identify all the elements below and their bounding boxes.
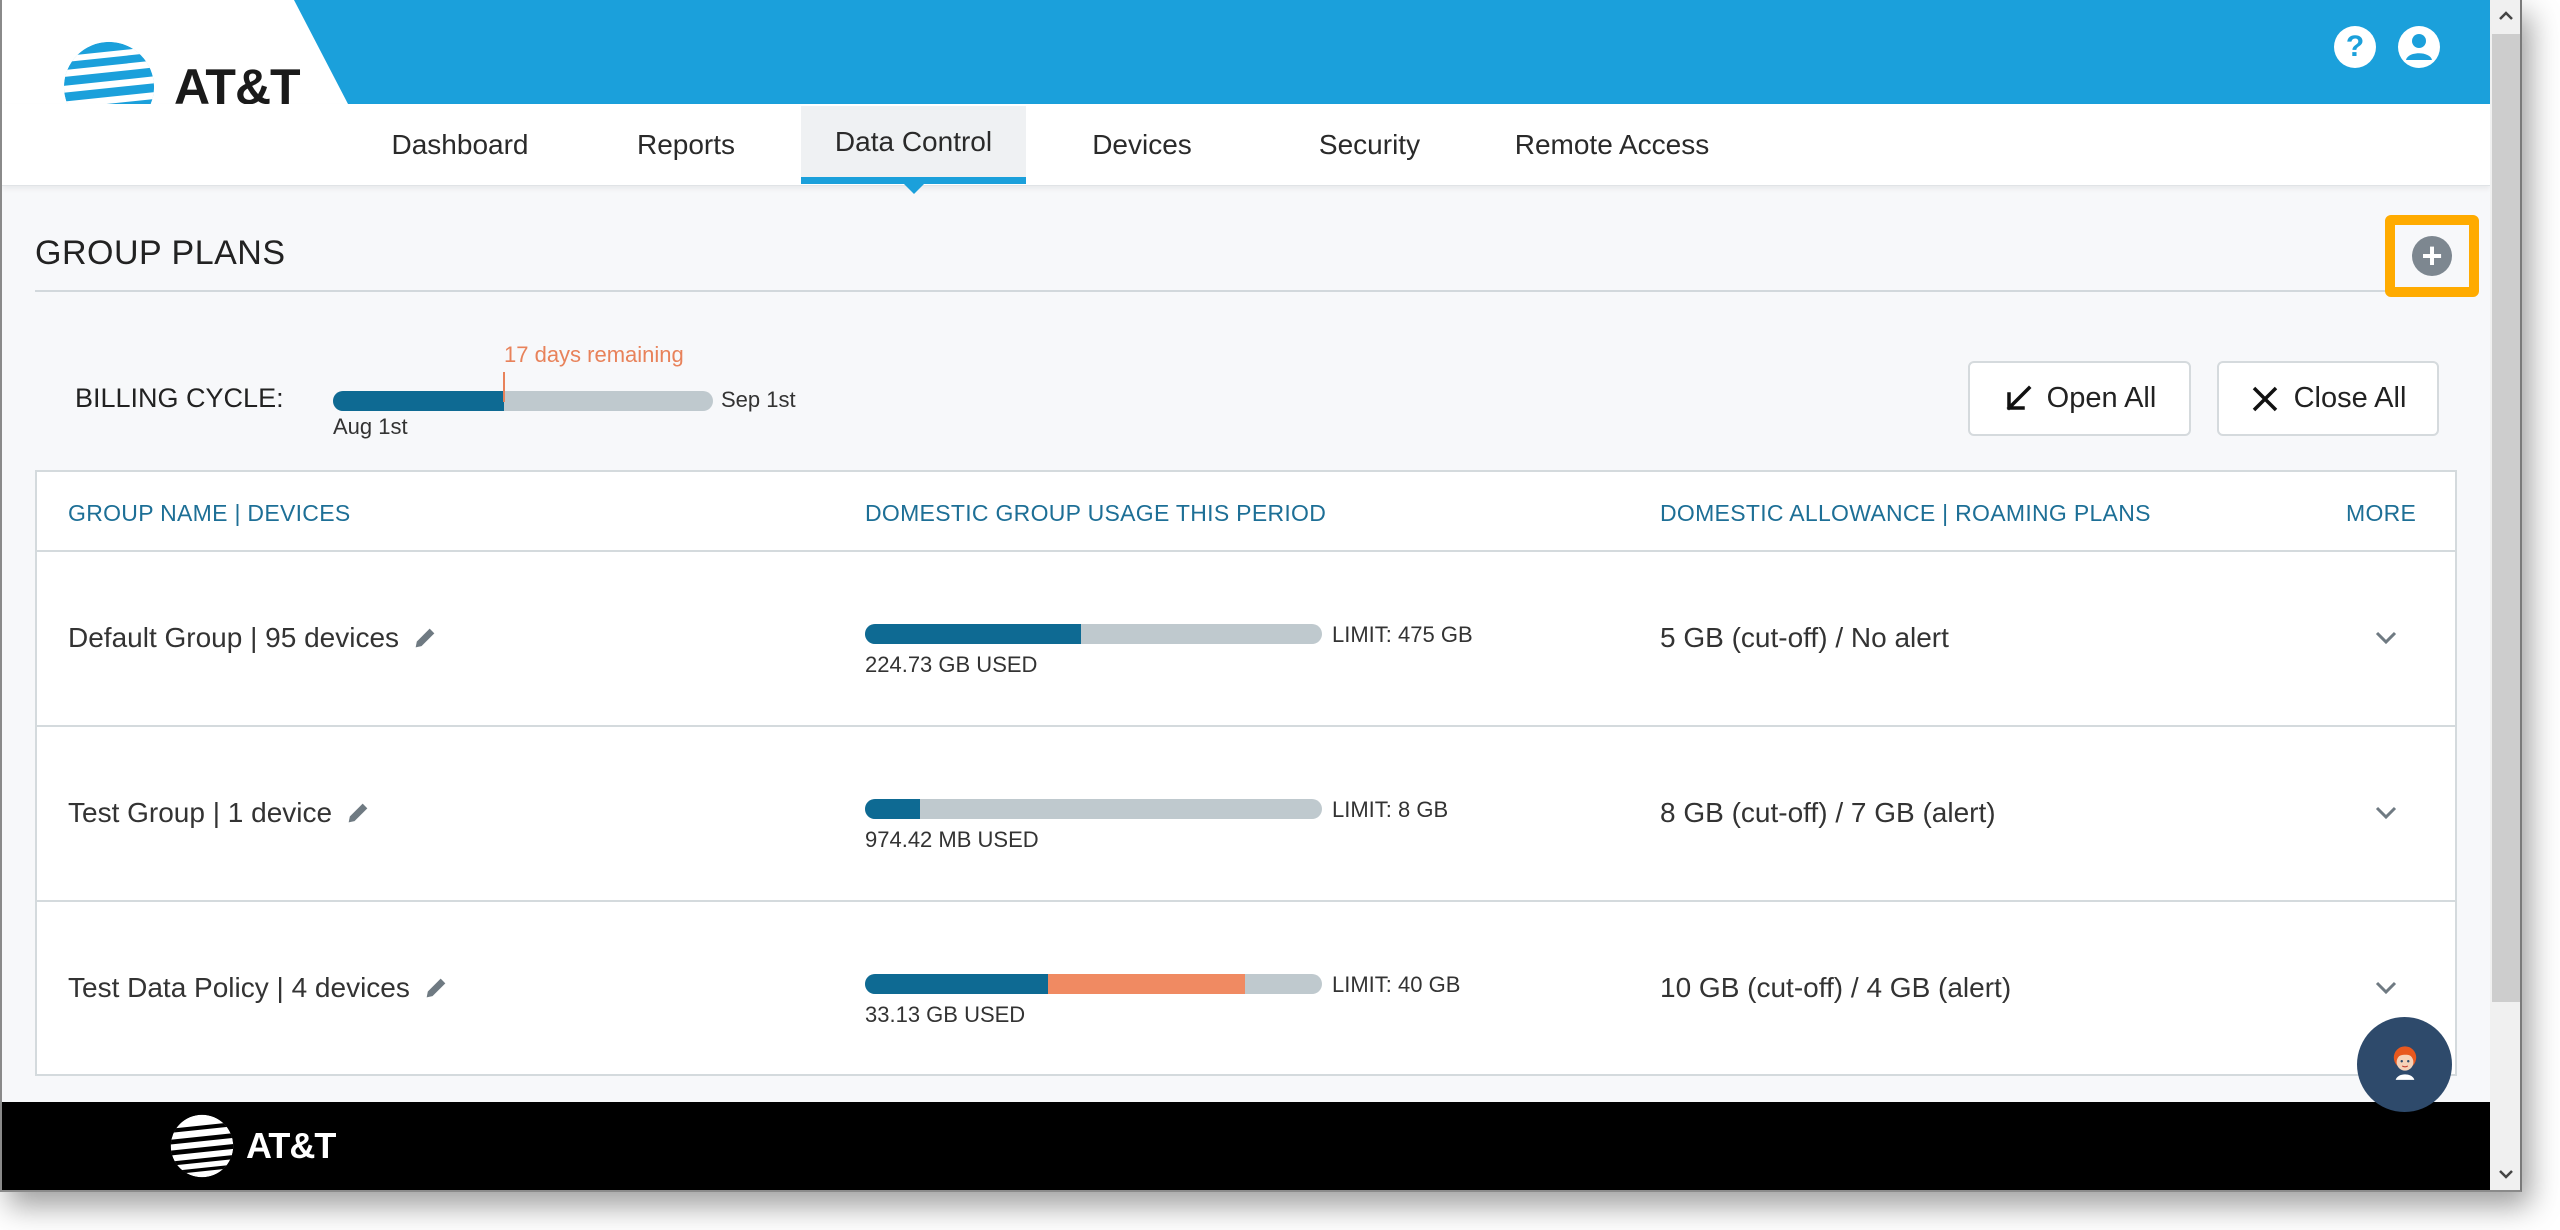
help-glyph: ? bbox=[2345, 30, 2365, 63]
chevron-down-icon[interactable] bbox=[2368, 970, 2404, 1006]
nav-tab-data-control[interactable]: Data Control bbox=[801, 106, 1026, 184]
group-plans-table: GROUP NAME | DEVICES DOMESTIC GROUP USAG… bbox=[35, 470, 2457, 1076]
chevron-down-icon[interactable] bbox=[2368, 795, 2404, 831]
page: AT&T ? Dashboard Reports Data Control De… bbox=[2, 0, 2490, 1190]
open-all-label: Open All bbox=[2046, 382, 2157, 414]
column-header-allowance[interactable]: DOMESTIC ALLOWANCE | ROAMING PLANS bbox=[1660, 500, 2151, 527]
group-name: Default Group | 95 devices bbox=[68, 622, 400, 653]
nav-tab-remote-access[interactable]: Remote Access bbox=[1502, 106, 1722, 184]
billing-cycle-start: Aug 1st bbox=[333, 414, 408, 439]
usage-bar bbox=[865, 799, 1322, 819]
table-row[interactable]: Default Group | 95 devices 224.73 GB USE… bbox=[37, 552, 2455, 727]
close-all-label: Close All bbox=[2293, 382, 2407, 414]
user-silhouette-icon bbox=[2406, 34, 2432, 60]
add-group-plan-button[interactable]: + bbox=[2385, 215, 2479, 297]
table-row[interactable]: Test Group | 1 device 974.42 MB USED LIM… bbox=[37, 727, 2455, 902]
billing-cycle-progress bbox=[333, 391, 713, 411]
group-name: Test Data Policy | 4 devices bbox=[68, 972, 410, 1003]
page-title: GROUP PLANS bbox=[35, 234, 286, 272]
nav-tab-devices[interactable]: Devices bbox=[1062, 106, 1222, 184]
allowance-text: 8 GB (cut-off) / 7 GB (alert) bbox=[1660, 797, 1996, 828]
footer: AT&T bbox=[2, 1102, 2490, 1190]
billing-cycle-end: Sep 1st bbox=[721, 387, 796, 412]
usage-bar-used bbox=[865, 799, 920, 819]
table-row[interactable]: Test Data Policy | 4 devices 33.13 GB US… bbox=[37, 902, 2455, 1077]
usage-amount: 33.13 GB USED bbox=[865, 1002, 1026, 1027]
usage-limit: LIMIT: 40 GB bbox=[1332, 972, 1461, 997]
usage-bar-over-alert bbox=[1048, 974, 1245, 994]
usage-limit: LIMIT: 475 GB bbox=[1332, 622, 1473, 647]
table-header: GROUP NAME | DEVICES DOMESTIC GROUP USAG… bbox=[37, 472, 2455, 552]
chat-assistant-avatar-icon bbox=[2393, 1045, 2416, 1080]
nav-tab-reports[interactable]: Reports bbox=[602, 106, 770, 184]
usage-limit: LIMIT: 8 GB bbox=[1332, 797, 1449, 822]
usage-bar bbox=[865, 624, 1322, 644]
column-header-group-name[interactable]: GROUP NAME | DEVICES bbox=[68, 500, 351, 527]
chat-assistant-button[interactable] bbox=[2357, 1017, 2452, 1112]
footer-logo-text: AT&T bbox=[246, 1125, 336, 1166]
nav-tab-security[interactable]: Security bbox=[1287, 106, 1452, 184]
scrollbar-thumb[interactable] bbox=[2492, 34, 2520, 1002]
browser-window: AT&T ? Dashboard Reports Data Control De… bbox=[0, 0, 2522, 1192]
close-all-button[interactable]: Close All bbox=[2217, 361, 2439, 436]
help-icon[interactable]: ? bbox=[2334, 26, 2376, 68]
usage-bar bbox=[865, 974, 1322, 994]
billing-cycle-label: BILLING CYCLE: bbox=[75, 383, 284, 413]
vertical-scrollbar[interactable] bbox=[2490, 0, 2520, 1190]
title-divider bbox=[35, 290, 2457, 292]
column-header-more: MORE bbox=[2346, 500, 2417, 526]
usage-amount: 974.42 MB USED bbox=[865, 827, 1039, 852]
arrow-down-left-icon bbox=[2006, 385, 2032, 410]
usage-bar-used bbox=[865, 974, 1048, 994]
pencil-edit-icon[interactable] bbox=[422, 974, 450, 1002]
scroll-down-button[interactable] bbox=[2490, 1158, 2520, 1190]
nav-tab-dashboard[interactable]: Dashboard bbox=[360, 106, 560, 184]
chevron-down-icon[interactable] bbox=[2368, 620, 2404, 656]
open-all-button[interactable]: Open All bbox=[1968, 361, 2191, 436]
close-icon bbox=[2252, 386, 2277, 411]
usage-bar-used bbox=[865, 624, 1081, 644]
group-name-cell: Default Group | 95 devices bbox=[68, 622, 439, 654]
pencil-edit-icon[interactable] bbox=[411, 624, 439, 652]
billing-cycle-today-marker bbox=[503, 372, 505, 402]
group-name-cell: Test Group | 1 device bbox=[68, 797, 372, 829]
user-profile-icon[interactable] bbox=[2398, 26, 2440, 68]
pencil-edit-icon[interactable] bbox=[344, 799, 372, 827]
scroll-up-button[interactable] bbox=[2490, 0, 2520, 32]
allowance-text: 10 GB (cut-off) / 4 GB (alert) bbox=[1660, 972, 2012, 1003]
chevron-up-icon bbox=[2499, 11, 2513, 20]
billing-cycle-elapsed bbox=[333, 391, 504, 411]
column-header-usage[interactable]: DOMESTIC GROUP USAGE THIS PERIOD bbox=[865, 500, 1326, 527]
main-nav: Dashboard Reports Data Control Devices S… bbox=[2, 104, 2490, 186]
chevron-down-icon bbox=[2499, 1170, 2513, 1179]
header-banner bbox=[294, 0, 2490, 104]
att-globe-icon bbox=[170, 1114, 234, 1178]
header: AT&T ? bbox=[2, 0, 2490, 133]
allowance-text: 5 GB (cut-off) / No alert bbox=[1660, 622, 1949, 653]
plus-circle-icon: + bbox=[2412, 236, 2452, 276]
group-name-cell: Test Data Policy | 4 devices bbox=[68, 972, 450, 1004]
days-remaining: 17 days remaining bbox=[504, 342, 684, 367]
footer-att-logo[interactable]: AT&T bbox=[168, 1112, 336, 1180]
usage-amount: 224.73 GB USED bbox=[865, 652, 1038, 677]
group-name: Test Group | 1 device bbox=[68, 797, 333, 828]
